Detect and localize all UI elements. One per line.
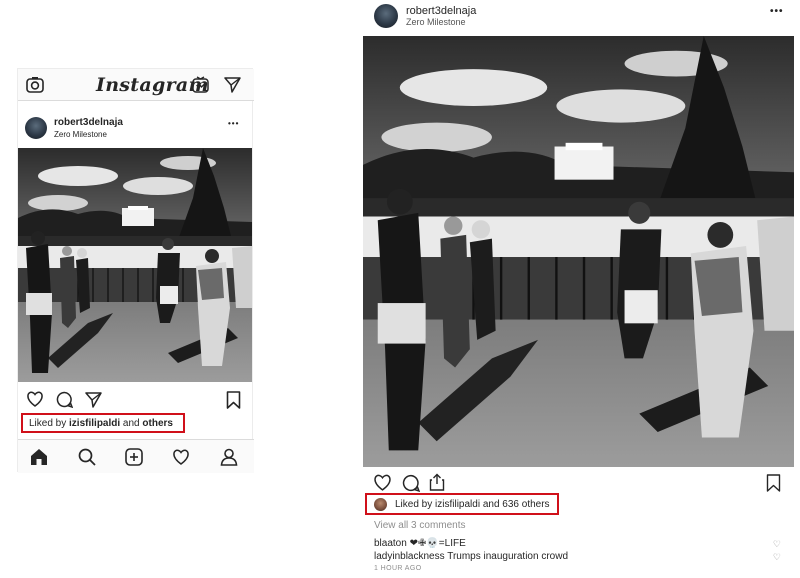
post-photo[interactable] <box>18 148 252 382</box>
more-options-icon[interactable]: ••• <box>228 119 239 128</box>
heart-icon[interactable] <box>26 391 44 407</box>
search-icon[interactable] <box>78 448 96 466</box>
photo-artwork <box>18 148 252 382</box>
comment-username[interactable]: blaaton <box>374 538 407 549</box>
liked-user-link[interactable]: izisfilipaldi <box>435 499 480 510</box>
post-photo[interactable] <box>363 36 794 467</box>
liked-by-highlight: Liked by izisfilipaldi and 636 others <box>365 493 559 515</box>
liked-mid: and <box>120 418 143 429</box>
direct-message-icon[interactable] <box>224 76 241 93</box>
comment-icon[interactable] <box>56 391 73 408</box>
comment-like-icon[interactable]: ♡ <box>773 552 781 563</box>
mobile-post-header: robert3delnaja Zero Milestone ••• <box>18 103 254 149</box>
share-icon[interactable] <box>85 391 102 408</box>
heart-icon[interactable] <box>373 474 392 491</box>
liked-prefix: Liked by <box>395 499 436 510</box>
mobile-top-bar: Instagram <box>18 69 254 101</box>
liked-mid: and <box>480 499 503 510</box>
more-options-icon[interactable]: ••• <box>770 6 784 17</box>
igtv-icon[interactable] <box>192 76 209 93</box>
view-all-comments-link[interactable]: View all 3 comments <box>374 520 466 531</box>
comment-icon[interactable] <box>402 474 420 492</box>
desktop-instagram-post: robert3delnaja Zero Milestone ••• Liked … <box>362 0 795 578</box>
home-icon[interactable] <box>30 448 48 466</box>
comment-text: Trumps inauguration crowd <box>444 551 569 562</box>
comment-row: ladyinblackness Trumps inauguration crow… <box>374 551 568 562</box>
post-timestamp: 1 HOUR AGO <box>374 565 422 572</box>
photo-artwork <box>363 36 794 467</box>
comment-like-icon[interactable]: ♡ <box>773 539 781 550</box>
liker-avatar[interactable] <box>374 498 387 511</box>
profile-icon[interactable] <box>220 448 238 466</box>
camera-icon[interactable] <box>26 76 44 93</box>
liked-by-highlight: Liked by izisfilipaldi and others <box>21 413 185 433</box>
activity-heart-icon[interactable] <box>172 449 190 465</box>
post-username[interactable]: robert3delnaja <box>406 5 476 17</box>
liked-others-link[interactable]: others <box>142 418 173 429</box>
comment-username[interactable]: ladyinblackness <box>374 551 445 562</box>
post-location[interactable]: Zero Milestone <box>54 130 107 139</box>
bookmark-icon[interactable] <box>226 391 241 409</box>
bookmark-icon[interactable] <box>766 474 781 492</box>
liked-user-link[interactable]: izisfilipaldi <box>69 418 120 429</box>
avatar[interactable] <box>374 4 398 28</box>
add-post-icon[interactable] <box>125 448 143 466</box>
post-location[interactable]: Zero Milestone <box>406 17 466 27</box>
comment-row: blaaton ❤✙💀=LIFE <box>374 538 466 549</box>
share-icon[interactable] <box>429 473 445 491</box>
post-username[interactable]: robert3delnaja <box>54 117 123 128</box>
mobile-bottom-nav <box>18 439 254 473</box>
mobile-instagram-view: Instagram robert3delnaja Zero Milestone … <box>17 68 254 473</box>
avatar[interactable] <box>25 117 47 139</box>
liked-prefix: Liked by <box>29 418 70 429</box>
comment-text: ❤✙💀=LIFE <box>406 538 466 549</box>
liked-count-link[interactable]: 636 others <box>502 499 549 510</box>
